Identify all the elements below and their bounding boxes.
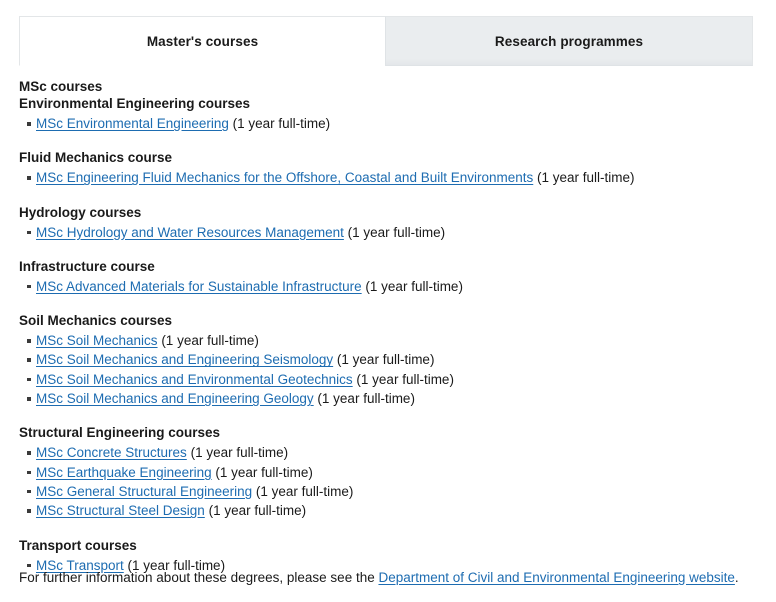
course-duration: (1 year full-time): [356, 371, 454, 387]
course-duration: (1 year full-time): [537, 170, 635, 186]
course-duration: (1 year full-time): [317, 391, 415, 407]
footer-prefix-text: For further information about these degr…: [19, 570, 379, 585]
course-group-heading: Structural Engineering courses: [19, 425, 221, 441]
course-list: MSc Hydrology and Water Resources Manage…: [0, 223, 776, 242]
department-website-link[interactable]: Department of Civil and Environmental En…: [378, 570, 734, 585]
course-link[interactable]: MSc Soil Mechanics: [36, 333, 158, 348]
course-list: MSc Environmental Engineering (1 year fu…: [0, 114, 776, 133]
course-list-item: MSc Concrete Structures (1 year full-tim…: [27, 443, 776, 462]
course-list: MSc Engineering Fluid Mechanics for the …: [0, 168, 776, 187]
course-duration: (1 year full-time): [161, 333, 259, 349]
course-list-item: MSc Structural Steel Design (1 year full…: [27, 501, 776, 520]
course-list-item: MSc Soil Mechanics (1 year full-time): [27, 331, 776, 350]
course-group: Hydrology courses MSc Hydrology and Water…: [0, 204, 776, 242]
footer-suffix-text: .: [734, 570, 739, 585]
course-link[interactable]: MSc Soil Mechanics and Engineering Geolo…: [36, 391, 314, 406]
course-duration: (1 year full-time): [208, 503, 307, 519]
course-group: Fluid Mechanics course MSc Engineering Fl…: [0, 149, 776, 187]
course-duration: (1 year full-time): [365, 278, 463, 294]
course-group-heading: Environmental Engineering courses: [19, 96, 251, 111]
course-link[interactable]: MSc Environmental Engineering: [36, 116, 229, 131]
course-duration: (1 year full-time): [190, 445, 289, 461]
course-link[interactable]: MSc Hydrology and Water Resources Manage…: [36, 225, 344, 240]
course-list: MSc Advanced Materials for Sustainable I…: [0, 277, 776, 296]
course-group: Structural Engineering courses MSc Concre…: [0, 424, 776, 520]
course-duration: (1 year full-time): [336, 352, 435, 368]
tab-bar: Master's courses Research programmes: [19, 16, 753, 66]
course-group-heading: Hydrology courses: [19, 204, 142, 220]
course-link[interactable]: MSc Advanced Materials for Sustainable I…: [36, 279, 362, 294]
course-group-heading: Transport courses: [19, 537, 137, 553]
course-groups: Environmental Engineering courses MSc Env…: [0, 95, 776, 575]
course-list-item: MSc Soil Mechanics and Engineering Seism…: [27, 350, 776, 369]
further-information-note: For further information about these degr…: [19, 568, 739, 587]
course-list-item: MSc Environmental Engineering (1 year fu…: [27, 114, 776, 133]
course-link[interactable]: MSc Soil Mechanics and Environmental Geo…: [36, 372, 353, 387]
course-list-item: MSc General Structural Engineering (1 ye…: [27, 482, 776, 501]
course-list: MSc Soil Mechanics (1 year full-time) MSc…: [0, 331, 776, 408]
course-group: Infrastructure course MSc Advanced Materi…: [0, 258, 776, 296]
course-link[interactable]: MSc Earthquake Engineering: [36, 465, 212, 480]
course-link[interactable]: MSc Engineering Fluid Mechanics for the …: [36, 170, 533, 185]
course-list-item: MSc Engineering Fluid Mechanics for the …: [27, 168, 776, 187]
tab-research-programmes[interactable]: Research programmes: [385, 16, 753, 66]
course-group: Environmental Engineering courses MSc Env…: [0, 95, 776, 133]
course-list-item: MSc Advanced Materials for Sustainable I…: [27, 277, 776, 296]
course-group: Soil Mechanics courses MSc Soil Mechanics…: [0, 312, 776, 408]
course-link[interactable]: MSc Soil Mechanics and Engineering Seism…: [36, 352, 333, 367]
page-title: MSc courses: [19, 79, 103, 94]
course-list-item: MSc Soil Mechanics and Engineering Geolo…: [27, 389, 776, 408]
course-duration: (1 year full-time): [215, 464, 313, 480]
course-listing-panel: MSc courses Environmental Engineering co…: [0, 78, 776, 575]
tab-masters-courses[interactable]: Master's courses: [19, 16, 385, 66]
course-list-item: MSc Soil Mechanics and Environmental Geo…: [27, 370, 776, 389]
course-list: MSc Concrete Structures (1 year full-tim…: [0, 443, 776, 520]
course-list-item: MSc Earthquake Engineering (1 year full-…: [27, 463, 776, 482]
tab-label: Research programmes: [494, 33, 644, 49]
course-group-heading: Fluid Mechanics course: [19, 150, 173, 166]
course-duration: (1 year full-time): [255, 483, 354, 499]
course-duration: (1 year full-time): [232, 116, 331, 131]
course-list-item: MSc Hydrology and Water Resources Manage…: [27, 223, 776, 242]
course-duration: (1 year full-time): [347, 224, 446, 240]
tab-label: Master's courses: [146, 33, 259, 49]
course-link[interactable]: MSc Structural Steel Design: [36, 503, 205, 518]
course-group-heading: Soil Mechanics courses: [19, 313, 173, 329]
course-group-heading: Infrastructure course: [19, 258, 155, 274]
course-link[interactable]: MSc Concrete Structures: [36, 445, 187, 460]
course-link[interactable]: MSc General Structural Engineering: [36, 484, 252, 499]
